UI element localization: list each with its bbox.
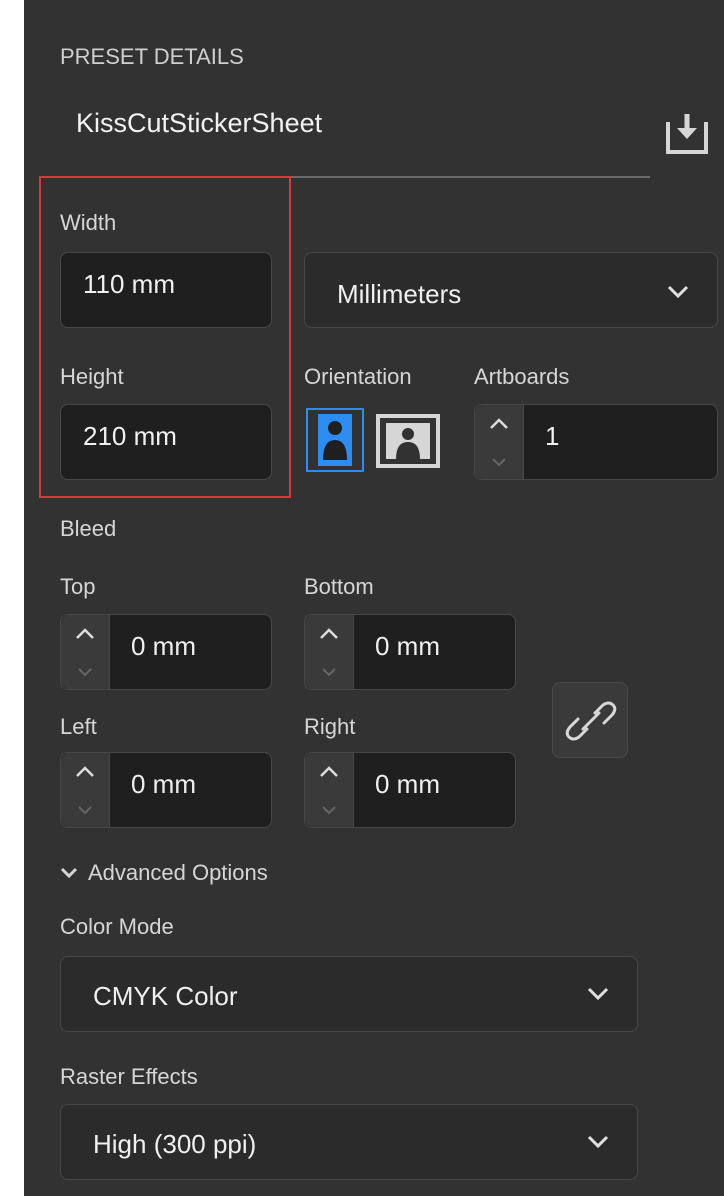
artboards-value: 1 — [545, 421, 560, 451]
chevron-down-icon — [322, 806, 336, 815]
bleed-bottom-stepper — [305, 615, 354, 689]
bleed-left-increment[interactable] — [61, 753, 109, 791]
bleed-bottom-value: 0 mm — [375, 631, 440, 661]
chevron-up-icon — [320, 766, 338, 777]
height-input[interactable]: 210 mm — [60, 404, 272, 480]
bleed-top-value: 0 mm — [131, 631, 196, 661]
chevron-down-icon — [78, 806, 92, 815]
portrait-icon — [318, 414, 352, 466]
color-mode-dropdown[interactable]: CMYK Color — [60, 956, 638, 1032]
bleed-right-input[interactable]: 0 mm — [304, 752, 516, 828]
section-title: PRESET DETAILS — [60, 44, 244, 69]
bleed-top-decrement[interactable] — [61, 653, 109, 691]
preset-details-panel: PRESET DETAILS KissCutStickerSheet Width… — [24, 0, 724, 1196]
chevron-up-icon — [76, 766, 94, 777]
chevron-down-icon — [322, 668, 336, 677]
height-label: Height — [60, 364, 124, 389]
bleed-left-value: 0 mm — [131, 769, 196, 799]
chevron-down-icon — [587, 987, 609, 1006]
raster-effects-label: Raster Effects — [60, 1064, 198, 1089]
chevron-down-icon — [667, 285, 689, 304]
bleed-bottom-input[interactable]: 0 mm — [304, 614, 516, 690]
bleed-bottom-decrement[interactable] — [305, 653, 353, 691]
bleed-right-value: 0 mm — [375, 769, 440, 799]
bleed-right-decrement[interactable] — [305, 791, 353, 829]
orientation-label: Orientation — [304, 364, 412, 389]
units-dropdown[interactable]: Millimeters — [304, 252, 718, 328]
chevron-up-icon — [320, 628, 338, 639]
bleed-left-input[interactable]: 0 mm — [60, 752, 272, 828]
bleed-bottom-increment[interactable] — [305, 615, 353, 653]
chevron-down-icon — [587, 1135, 609, 1154]
chevron-down-icon — [78, 668, 92, 677]
artboards-decrement[interactable] — [475, 443, 523, 481]
color-mode-selected: CMYK Color — [93, 981, 238, 1011]
bleed-top-stepper — [61, 615, 110, 689]
width-label: Width — [60, 210, 117, 235]
preset-name-field[interactable]: KissCutStickerSheet — [60, 96, 650, 178]
color-mode-label: Color Mode — [60, 914, 174, 939]
advanced-options-toggle[interactable]: Advanced Options — [60, 860, 268, 886]
bleed-top-input[interactable]: 0 mm — [60, 614, 272, 690]
width-input[interactable]: 110 mm — [60, 252, 272, 328]
bleed-bottom-label: Bottom — [304, 574, 374, 599]
height-value: 210 mm — [83, 421, 177, 451]
chevron-up-icon — [490, 418, 508, 429]
width-value: 110 mm — [83, 269, 175, 299]
advanced-options-label: Advanced Options — [88, 860, 268, 885]
chevron-up-icon — [76, 628, 94, 639]
link-icon — [565, 701, 617, 741]
chevron-down-icon — [492, 458, 506, 467]
bleed-top-label: Top — [60, 574, 96, 599]
landscape-button[interactable] — [376, 414, 440, 468]
bleed-right-increment[interactable] — [305, 753, 353, 791]
units-selected: Millimeters — [337, 279, 462, 309]
bleed-left-decrement[interactable] — [61, 791, 109, 829]
artboards-stepper — [475, 405, 524, 479]
preset-name-text: KissCutStickerSheet — [76, 108, 323, 138]
bleed-left-stepper — [61, 753, 110, 827]
artboards-label: Artboards — [474, 364, 570, 389]
bleed-right-label: Right — [304, 714, 356, 739]
bleed-top-increment[interactable] — [61, 615, 109, 653]
bleed-right-stepper — [305, 753, 354, 827]
raster-effects-selected: High (300 ppi) — [93, 1129, 257, 1159]
artboards-input[interactable]: 1 — [474, 404, 718, 480]
raster-effects-dropdown[interactable]: High (300 ppi) — [60, 1104, 638, 1180]
landscape-icon — [376, 414, 440, 468]
portrait-button[interactable] — [306, 408, 364, 472]
artboards-increment[interactable] — [475, 405, 523, 443]
save-preset-icon[interactable] — [664, 112, 710, 156]
bleed-left-label: Left — [60, 714, 97, 739]
bleed-label: Bleed — [60, 516, 117, 541]
chevron-down-icon — [60, 867, 78, 879]
link-bleed-button[interactable] — [552, 682, 628, 758]
